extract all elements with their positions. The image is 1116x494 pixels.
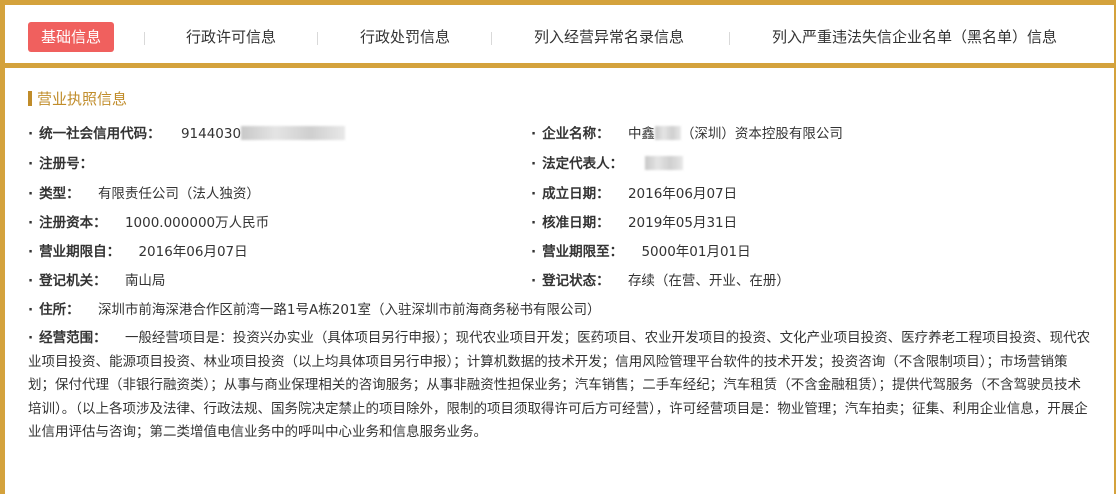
credit-code-value: 9144030 bbox=[180, 126, 242, 142]
address-value: 深圳市前海深港合作区前湾一路1号A栋201室（入驻深圳市前海商务秘书有限公司） bbox=[97, 302, 601, 318]
status-value: 存续（在营、开业、在册） bbox=[627, 273, 790, 289]
address-label: 住所： bbox=[39, 302, 80, 318]
bullet: · bbox=[28, 156, 34, 172]
capital-label: 注册资本： bbox=[39, 215, 107, 231]
field-company-name: · 企业名称： 中鑫 （深圳）资本控股有限公司 bbox=[531, 125, 843, 143]
tab-admin-penalty[interactable]: 行政处罚信息 bbox=[360, 22, 450, 52]
scope-value: 一般经营项目是：投资兴办实业（具体项目另行申报）；现代农业项目开发；医药项目、农… bbox=[28, 330, 1091, 440]
status-label: 登记状态： bbox=[542, 273, 610, 289]
founded-value: 2016年06月07日 bbox=[627, 186, 738, 202]
redacted-block bbox=[654, 126, 681, 140]
bullet: · bbox=[28, 126, 34, 142]
field-type: · 类型： 有限责任公司（法人独资） bbox=[28, 185, 260, 203]
field-address: · 住所： 深圳市前海深港合作区前湾一路1号A栋201室（入驻深圳市前海商务秘书有… bbox=[28, 301, 601, 319]
term-from-value: 2016年06月07日 bbox=[138, 244, 248, 260]
term-to-value: 5000年01月01日 bbox=[641, 244, 751, 260]
term-to-label: 营业期限至： bbox=[542, 244, 624, 260]
field-approved: · 核准日期： 2019年05月31日 bbox=[531, 214, 737, 232]
bullet: · bbox=[531, 126, 537, 142]
bullet: · bbox=[531, 156, 537, 172]
redacted-block bbox=[241, 126, 346, 140]
type-label: 类型： bbox=[39, 186, 80, 202]
tab-bar: 基础信息 行政许可信息 行政处罚信息 列入经营异常名录信息 列入严重违法失信企业… bbox=[5, 5, 1114, 68]
bullet: · bbox=[28, 215, 34, 231]
tab-divider bbox=[317, 32, 318, 45]
field-reg-no: · 注册号： bbox=[28, 155, 93, 173]
bullet: · bbox=[531, 273, 537, 289]
legal-rep-label: 法定代表人： bbox=[542, 156, 624, 172]
section-title: 营业执照信息 bbox=[28, 90, 127, 108]
tab-divider bbox=[144, 32, 145, 45]
tab-abnormal-list[interactable]: 列入经营异常名录信息 bbox=[534, 22, 684, 52]
bullet: · bbox=[28, 330, 34, 346]
bullet: · bbox=[531, 215, 537, 231]
tab-divider bbox=[729, 32, 730, 45]
company-name-prefix: 中鑫 bbox=[627, 126, 655, 142]
reg-no-label: 注册号： bbox=[39, 156, 94, 172]
bullet: · bbox=[28, 273, 34, 289]
approved-label: 核准日期： bbox=[542, 215, 610, 231]
field-status: · 登记状态： 存续（在营、开业、在册） bbox=[531, 272, 790, 290]
capital-value: 1000.000000万人民币 bbox=[124, 215, 270, 231]
tab-blacklist[interactable]: 列入严重违法失信企业名单（黑名单）信息 bbox=[772, 22, 1057, 52]
field-business-scope: · 经营范围： 一般经营项目是：投资兴办实业（具体项目另行申报）；现代农业项目开发… bbox=[28, 327, 1092, 445]
approved-value: 2019年05月31日 bbox=[627, 215, 738, 231]
field-founded: · 成立日期： 2016年06月07日 bbox=[531, 185, 737, 203]
business-license-info: 营业执照信息 · 统一社会信用代码： 9144030 · 企业名称： 中鑫 （深圳）资… bbox=[5, 68, 1114, 494]
field-authority: · 登记机关： 南山局 bbox=[28, 272, 165, 290]
bullet: · bbox=[28, 302, 34, 318]
type-value: 有限责任公司（法人独资） bbox=[97, 186, 260, 202]
tab-admin-license[interactable]: 行政许可信息 bbox=[186, 22, 276, 52]
field-capital: · 注册资本： 1000.000000万人民币 bbox=[28, 214, 269, 232]
field-legal-rep: · 法定代表人： bbox=[531, 155, 684, 173]
bullet: · bbox=[28, 244, 34, 260]
section-marker bbox=[28, 91, 32, 106]
bullet: · bbox=[531, 186, 537, 202]
founded-label: 成立日期： bbox=[542, 186, 610, 202]
term-from-label: 营业期限自： bbox=[39, 244, 121, 260]
authority-value: 南山局 bbox=[124, 273, 166, 289]
tab-basic-info[interactable]: 基础信息 bbox=[28, 22, 115, 52]
scope-label: 经营范围： bbox=[39, 330, 107, 346]
company-name-suffix: （深圳）资本控股有限公司 bbox=[680, 126, 843, 142]
bullet: · bbox=[531, 244, 537, 260]
field-credit-code: · 统一社会信用代码： 9144030 bbox=[28, 125, 346, 143]
section-title-text: 营业执照信息 bbox=[37, 90, 128, 108]
bullet: · bbox=[28, 186, 34, 202]
redacted-block bbox=[645, 156, 684, 170]
authority-label: 登记机关： bbox=[39, 273, 107, 289]
credit-code-label: 统一社会信用代码： bbox=[39, 126, 161, 142]
field-term-from: · 营业期限自： 2016年06月07日 bbox=[28, 243, 248, 261]
field-term-to: · 营业期限至： 5000年01月01日 bbox=[531, 243, 751, 261]
tab-divider bbox=[491, 32, 492, 45]
company-name-label: 企业名称： bbox=[542, 126, 610, 142]
